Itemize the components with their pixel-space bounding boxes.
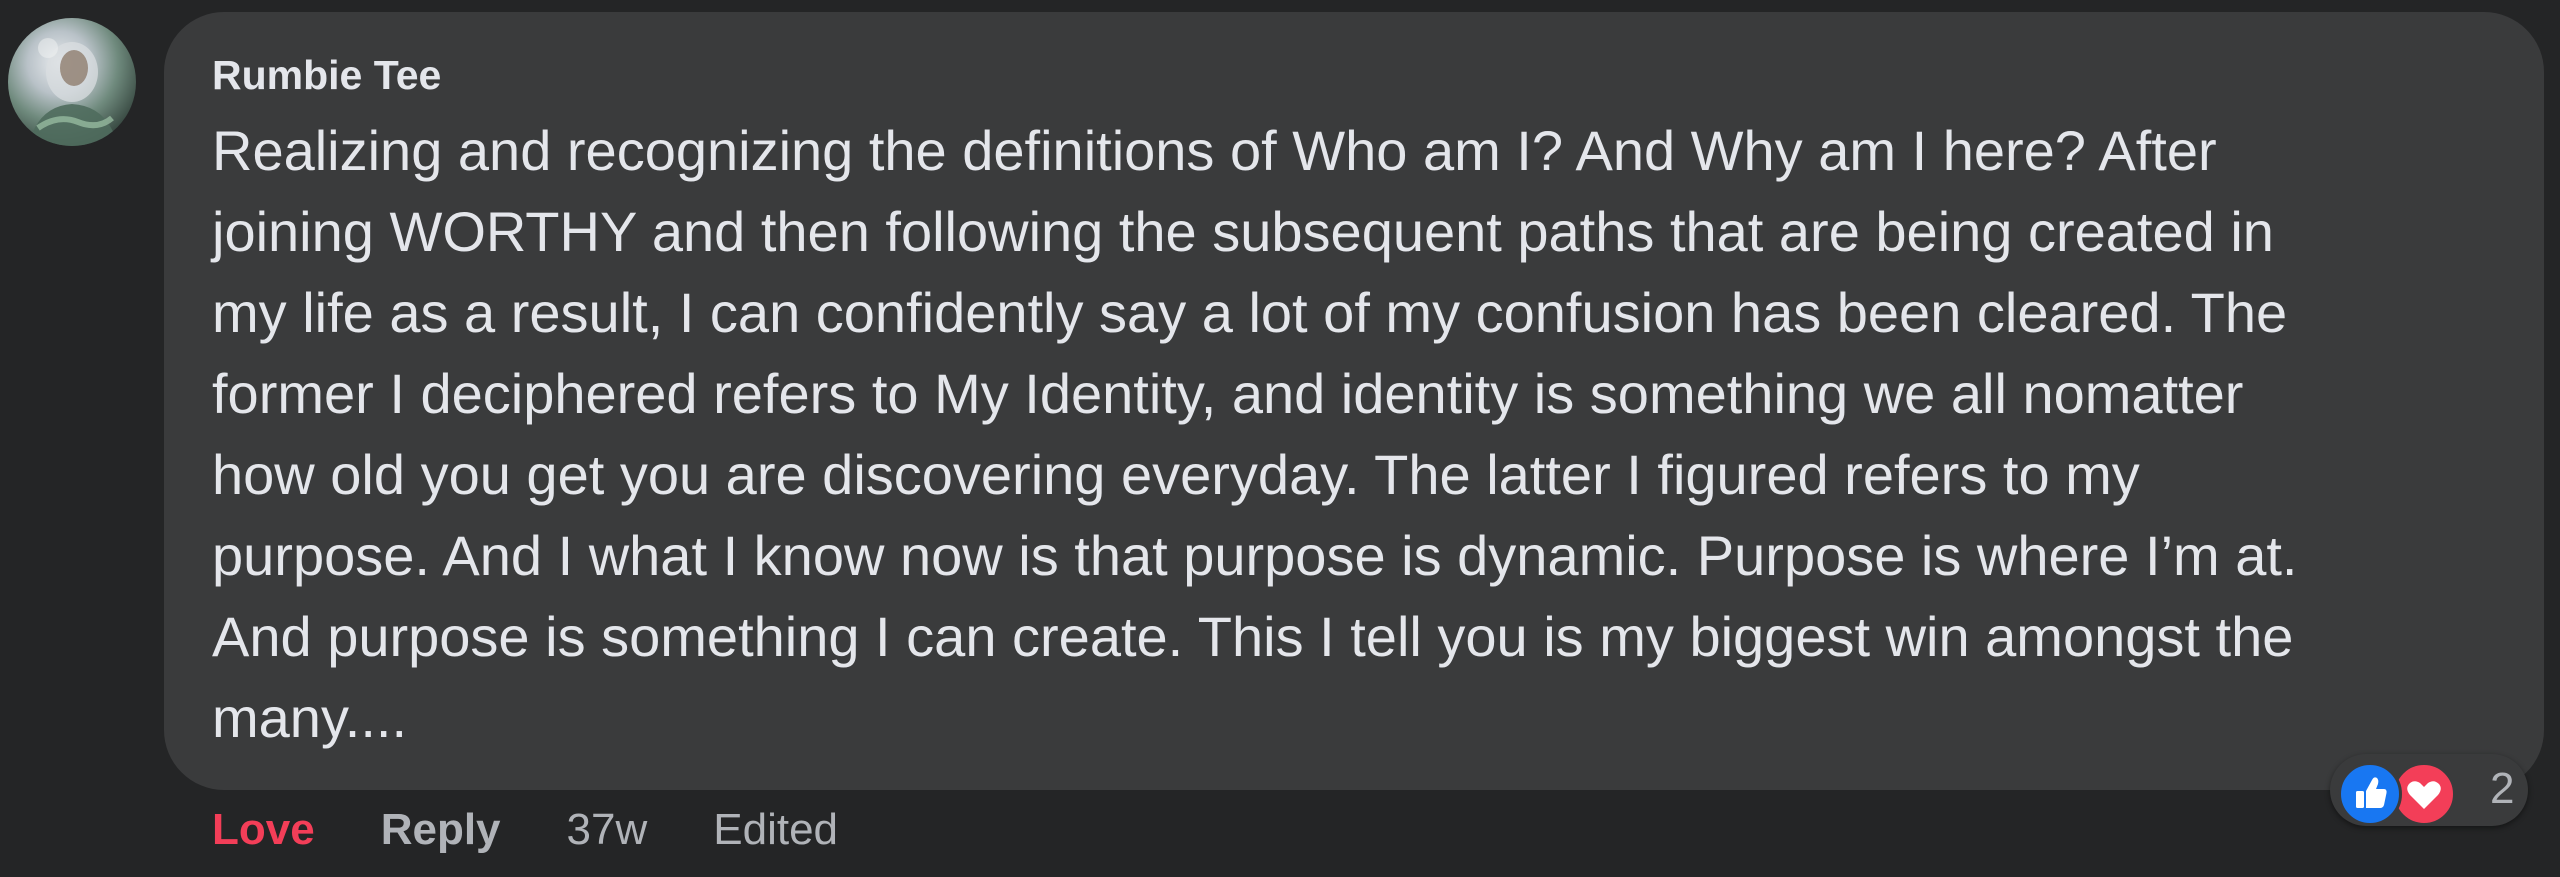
avatar[interactable] bbox=[8, 18, 136, 146]
comment-author[interactable]: Rumbie Tee bbox=[212, 52, 441, 99]
comment-text-line: my life as a result, I can confidently s… bbox=[212, 281, 2288, 344]
comment-text-line: Realizing and recognizing the definition… bbox=[212, 119, 2217, 182]
reaction-count: 2 bbox=[2490, 764, 2515, 813]
love-button[interactable]: Love bbox=[212, 805, 315, 855]
comment-text-line: purpose. And I what I know now is that p… bbox=[212, 524, 2298, 587]
comment-text-line: many.... bbox=[212, 686, 408, 749]
comment-text-line: former I deciphered refers to My Identit… bbox=[212, 362, 2244, 425]
comment-thread: Rumbie Tee Realizing and recognizing the… bbox=[0, 0, 2560, 877]
reaction-summary[interactable]: 2 bbox=[2330, 754, 2528, 826]
like-icon bbox=[2338, 762, 2402, 826]
comment-text-line: And purpose is something I can create. T… bbox=[212, 605, 2294, 668]
comment-text-line: how old you get you are discovering ever… bbox=[212, 443, 2140, 506]
edited-label[interactable]: Edited bbox=[713, 805, 838, 855]
comment-timestamp[interactable]: 37w bbox=[567, 805, 648, 855]
reply-button[interactable]: Reply bbox=[381, 805, 501, 855]
comment-text: Realizing and recognizing the definition… bbox=[212, 110, 2512, 758]
comment-actions: Love Reply 37w Edited bbox=[212, 800, 838, 860]
comment-text-line: joining WORTHY and then following the su… bbox=[212, 200, 2274, 263]
